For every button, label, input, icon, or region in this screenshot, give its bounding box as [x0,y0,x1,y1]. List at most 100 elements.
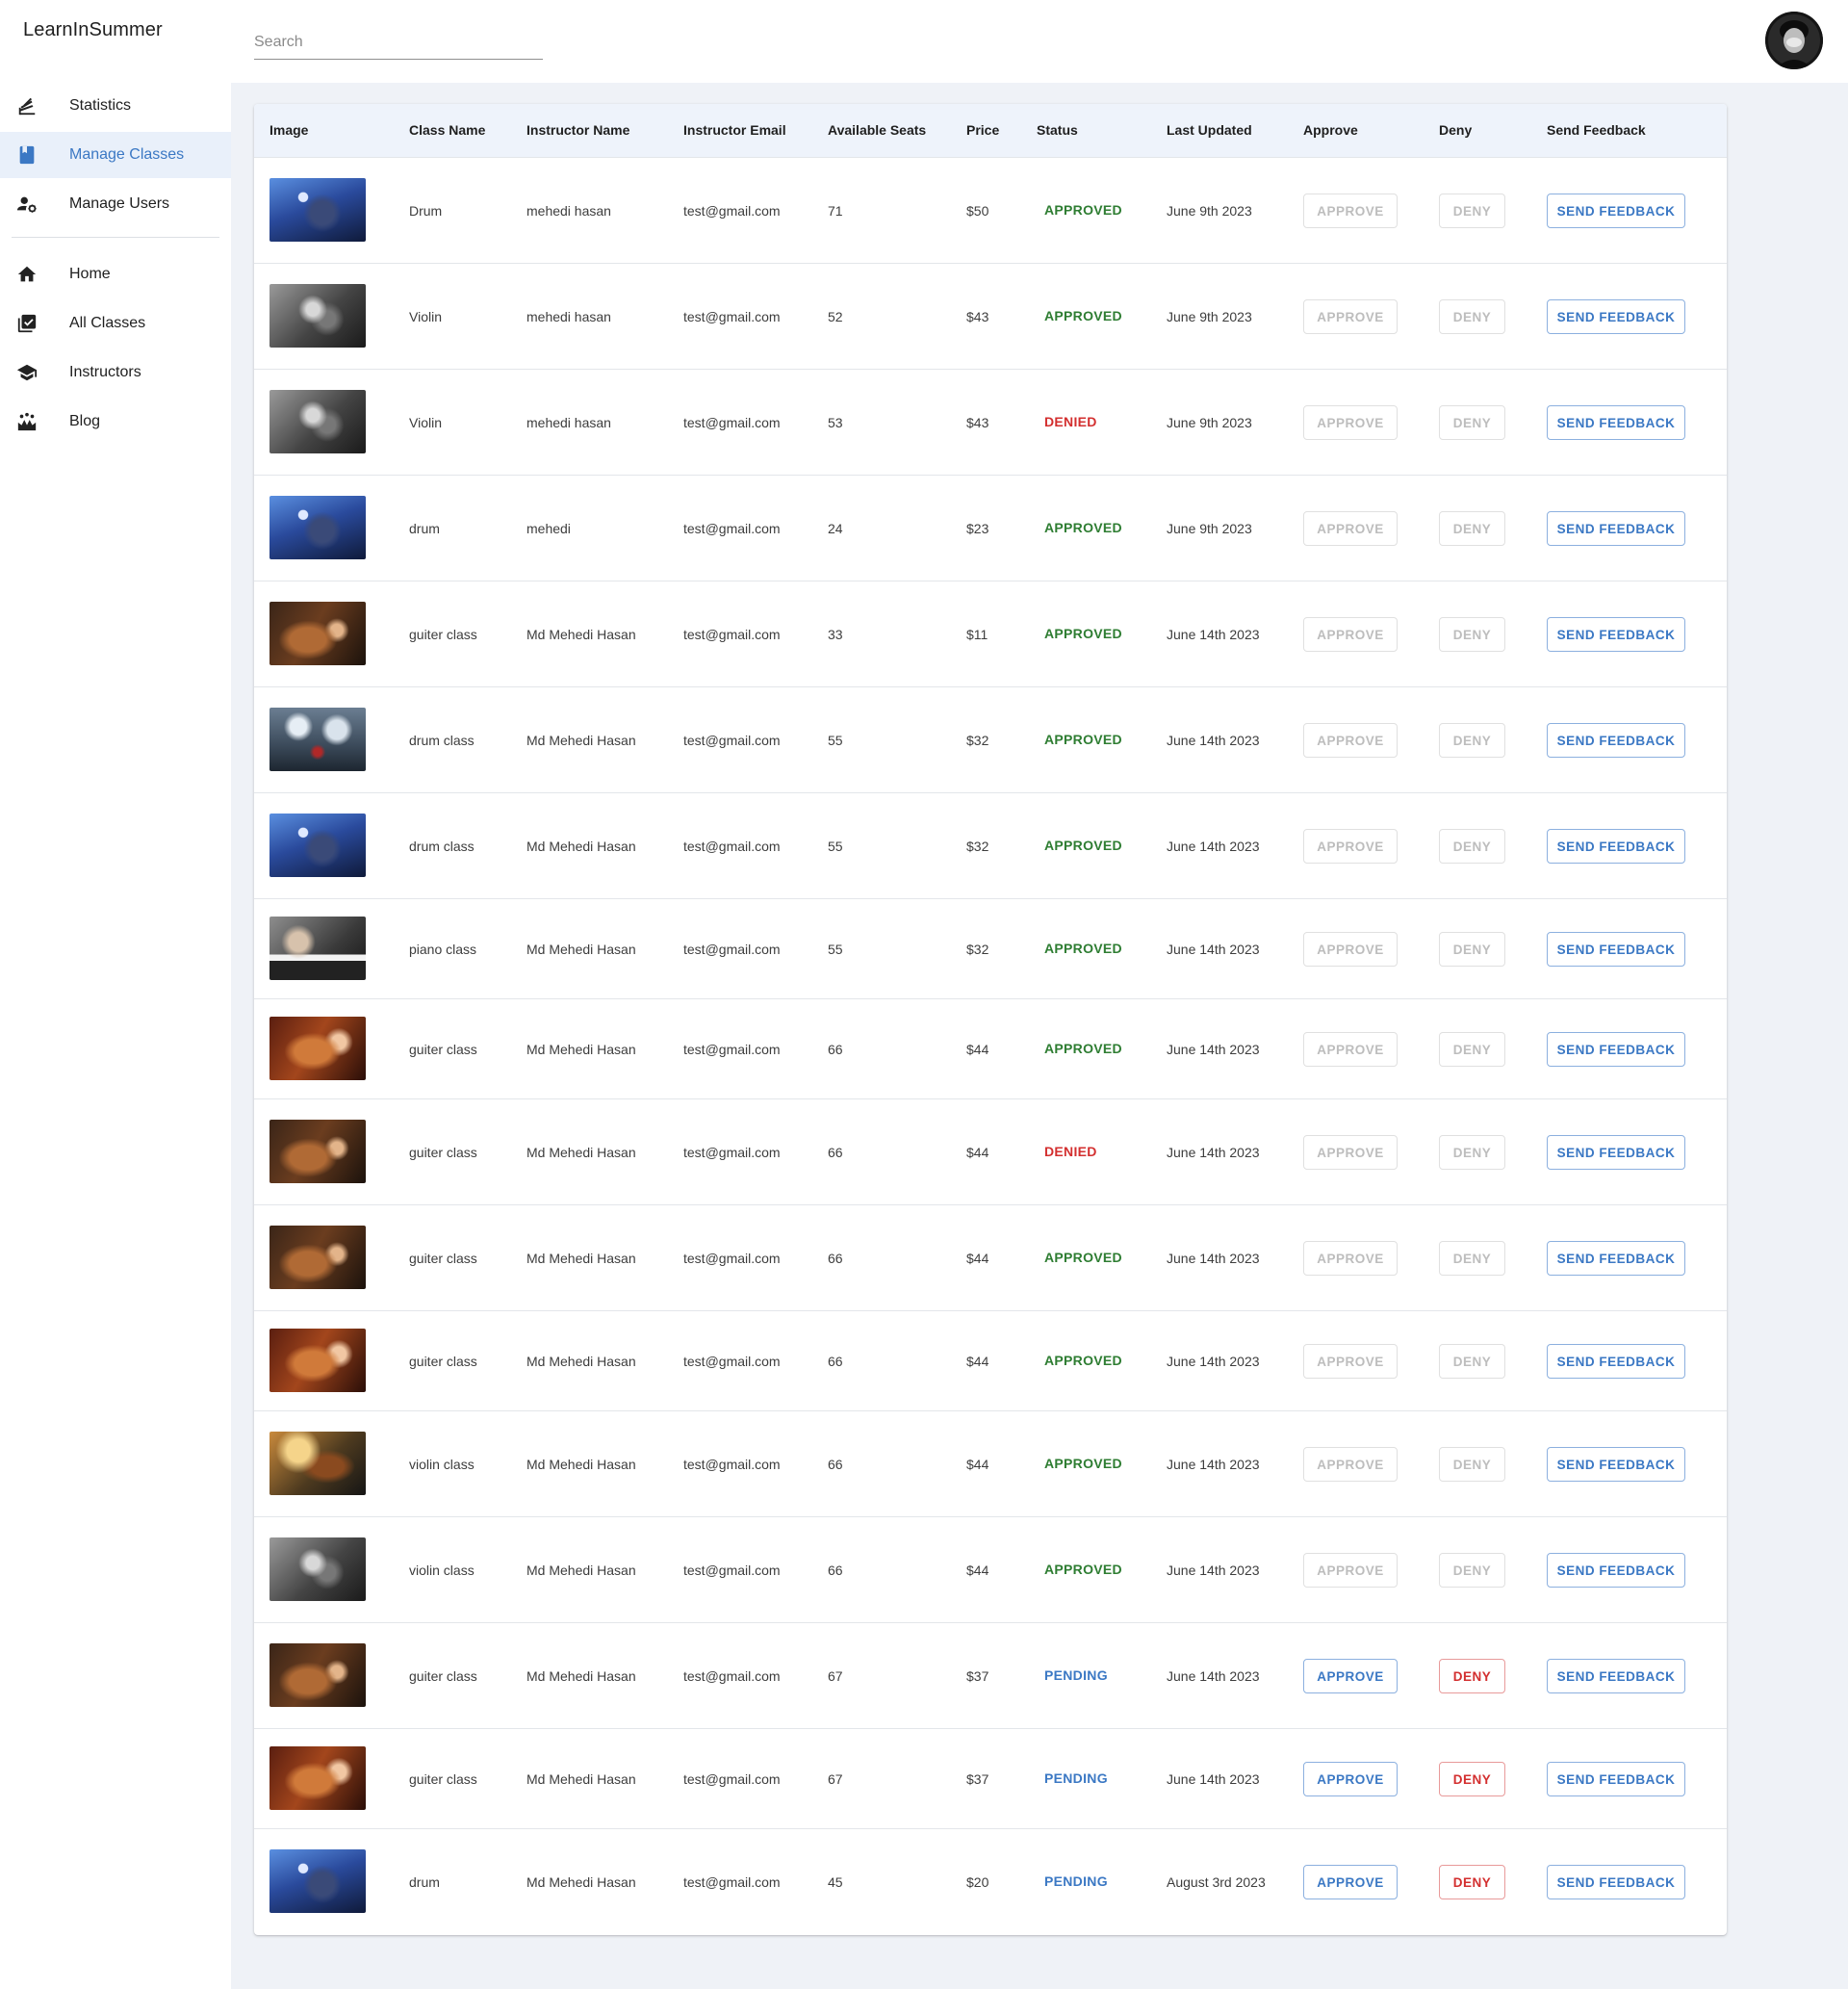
deny-button: DENY [1439,194,1505,228]
available-seats-cell: 55 [828,942,843,957]
search-input[interactable] [254,29,543,56]
sidebar-item-manage-classes[interactable]: Manage Classes [0,132,231,178]
school-icon [15,362,38,383]
approve-button: APPROVE [1303,1032,1398,1067]
send-feedback-button[interactable]: SEND FEEDBACK [1547,1032,1685,1067]
last-updated-cell: June 9th 2023 [1167,415,1252,430]
class-image [270,917,366,980]
class-name-cell: Drum [409,203,443,219]
class-name-cell: drum [409,1874,440,1890]
class-name-cell: guiter class [409,1145,477,1160]
send-feedback-button[interactable]: SEND FEEDBACK [1547,511,1685,546]
approve-button[interactable]: APPROVE [1303,1762,1398,1796]
last-updated-cell: June 14th 2023 [1167,627,1260,642]
price-cell: $43 [966,415,989,430]
class-image [270,1017,366,1080]
instructor-name-cell: mehedi hasan [526,203,611,219]
instructor-name-cell: Md Mehedi Hasan [526,1771,636,1787]
status-badge: APPROVED [1044,1250,1122,1265]
column-header-class-name: Class Name [409,122,486,138]
send-feedback-button[interactable]: SEND FEEDBACK [1547,1241,1685,1276]
approve-button[interactable]: APPROVE [1303,1659,1398,1693]
column-header-deny: Deny [1439,122,1473,138]
deny-button[interactable]: DENY [1439,1659,1505,1693]
class-name-cell: violin class [409,1563,475,1578]
classes-table: Image Class Name Instructor Name Instructor… [254,104,1727,1935]
last-updated-cell: June 9th 2023 [1167,309,1252,324]
blog-icon [15,411,38,432]
manage-users-icon [15,194,38,215]
last-updated-cell: June 9th 2023 [1167,521,1252,536]
class-image [270,1432,366,1495]
book-icon [15,144,38,166]
deny-button: DENY [1439,299,1505,334]
send-feedback-button[interactable]: SEND FEEDBACK [1547,405,1685,440]
sidebar-item-manage-users[interactable]: Manage Users [0,181,231,227]
instructor-email-cell: test@gmail.com [683,1771,781,1787]
send-feedback-button[interactable]: SEND FEEDBACK [1547,1135,1685,1170]
class-name-cell: guiter class [409,1251,477,1266]
send-feedback-button[interactable]: SEND FEEDBACK [1547,1659,1685,1693]
price-cell: $44 [966,1042,989,1057]
send-feedback-button[interactable]: SEND FEEDBACK [1547,1447,1685,1482]
home-icon [15,264,38,285]
table-row: drum class Md Mehedi Hasan test@gmail.com 5… [254,687,1727,793]
class-image [270,1226,366,1289]
class-name-cell: drum [409,521,440,536]
instructor-email-cell: test@gmail.com [683,521,781,536]
sidebar-item-all-classes[interactable]: All Classes [0,300,231,347]
table-row: guiter class Md Mehedi Hasan test@gmail.co… [254,1099,1727,1205]
table-row: Violin mehedi hasan test@gmail.com 53 $43 Jun… [254,370,1727,476]
price-cell: $44 [966,1251,989,1266]
send-feedback-button[interactable]: SEND FEEDBACK [1547,1865,1685,1899]
available-seats-cell: 71 [828,203,843,219]
sidebar-item-home[interactable]: Home [0,251,231,297]
available-seats-cell: 66 [828,1042,843,1057]
status-badge: PENDING [1044,1770,1108,1786]
instructor-name-cell: Md Mehedi Hasan [526,942,636,957]
send-feedback-button[interactable]: SEND FEEDBACK [1547,932,1685,967]
instructor-email-cell: test@gmail.com [683,1042,781,1057]
instructor-name-cell: Md Mehedi Hasan [526,1042,636,1057]
send-feedback-button[interactable]: SEND FEEDBACK [1547,1553,1685,1588]
status-badge: APPROVED [1044,838,1122,853]
sidebar: LearnInSummer Statistics Manage Classes Ma… [0,0,231,1989]
class-image [270,1329,366,1392]
sidebar-item-statistics[interactable]: Statistics [0,83,231,129]
class-name-cell: guiter class [409,1354,477,1369]
status-badge: APPROVED [1044,202,1122,218]
status-badge: APPROVED [1044,941,1122,956]
send-feedback-button[interactable]: SEND FEEDBACK [1547,194,1685,228]
available-seats-cell: 53 [828,415,843,430]
approve-button[interactable]: APPROVE [1303,1865,1398,1899]
deny-button: DENY [1439,932,1505,967]
instructor-name-cell: Md Mehedi Hasan [526,733,636,748]
class-image [270,708,366,771]
deny-button: DENY [1439,405,1505,440]
status-badge: APPROVED [1044,308,1122,323]
instructor-email-cell: test@gmail.com [683,1668,781,1684]
send-feedback-button[interactable]: SEND FEEDBACK [1547,1344,1685,1379]
instructor-email-cell: test@gmail.com [683,839,781,854]
class-name-cell: Violin [409,309,442,324]
instructor-email-cell: test@gmail.com [683,627,781,642]
send-feedback-button[interactable]: SEND FEEDBACK [1547,723,1685,758]
sidebar-item-instructors[interactable]: Instructors [0,349,231,396]
last-updated-cell: June 14th 2023 [1167,1771,1260,1787]
avatar[interactable] [1765,12,1823,69]
table-row: piano class Md Mehedi Hasan test@gmail.com… [254,899,1727,999]
send-feedback-button[interactable]: SEND FEEDBACK [1547,1762,1685,1796]
approve-button: APPROVE [1303,617,1398,652]
table-row: guiter class Md Mehedi Hasan test@gmail.co… [254,999,1727,1099]
status-badge: DENIED [1044,1144,1097,1159]
last-updated-cell: June 14th 2023 [1167,1251,1260,1266]
sidebar-item-blog[interactable]: Blog [0,399,231,445]
send-feedback-button[interactable]: SEND FEEDBACK [1547,829,1685,864]
deny-button[interactable]: DENY [1439,1865,1505,1899]
send-feedback-button[interactable]: SEND FEEDBACK [1547,617,1685,652]
send-feedback-button[interactable]: SEND FEEDBACK [1547,299,1685,334]
deny-button[interactable]: DENY [1439,1762,1505,1796]
app-title[interactable]: LearnInSummer [23,19,163,41]
deny-button: DENY [1439,829,1505,864]
status-badge: APPROVED [1044,1562,1122,1577]
